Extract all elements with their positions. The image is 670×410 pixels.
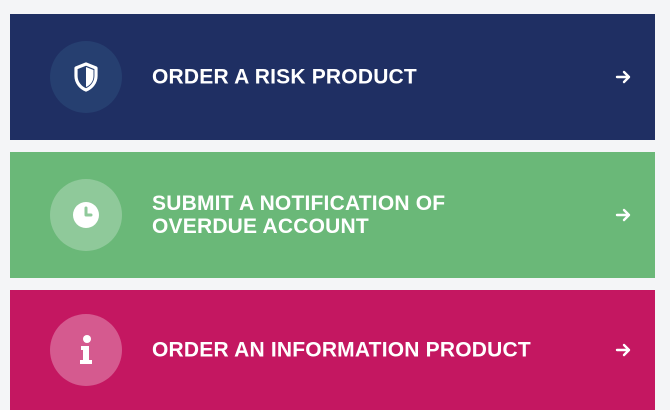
order-risk-product-button[interactable]: ORDER A RISK PRODUCT: [10, 14, 655, 140]
info-icon: [50, 314, 122, 386]
clock-icon: [50, 179, 122, 251]
order-information-product-label: ORDER AN INFORMATION PRODUCT: [152, 338, 531, 362]
arrow-right-icon: [615, 70, 631, 84]
submit-overdue-notification-button[interactable]: SUBMIT A NOTIFICATION OF OVERDUE ACCOUNT: [10, 152, 655, 278]
submit-overdue-notification-label: SUBMIT A NOTIFICATION OF OVERDUE ACCOUNT: [152, 192, 446, 238]
arrow-right-icon: [615, 208, 631, 222]
order-risk-product-label: ORDER A RISK PRODUCT: [152, 65, 417, 89]
action-card-list: ORDER A RISK PRODUCT SUBMIT A NOTIFICATI…: [0, 0, 670, 410]
shield-icon: [50, 41, 122, 113]
order-information-product-button[interactable]: ORDER AN INFORMATION PRODUCT: [10, 290, 655, 410]
arrow-right-icon: [615, 343, 631, 357]
